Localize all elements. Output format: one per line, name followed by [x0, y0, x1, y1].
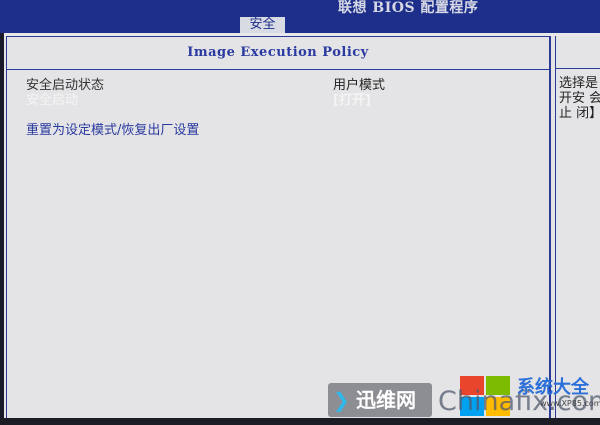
chevron-right-icon: ❯	[333, 388, 350, 412]
main-panel: Image Execution Policy 安全启动状态 用户模式 安全启动 …	[6, 36, 551, 420]
panel-divider	[7, 69, 549, 70]
watermark-left-text: 迅维网	[356, 388, 416, 412]
help-text: 选择是 打开安 会阻止 闭】关	[559, 76, 600, 121]
secure-boot-state-value: 用户模式	[333, 78, 386, 93]
secure-boot-option[interactable]: 安全启动	[26, 93, 78, 109]
tab-security[interactable]: 安全	[240, 17, 285, 33]
screen-bezel-left	[0, 33, 4, 425]
watermark-brand: 系统大全	[517, 377, 589, 398]
secure-boot-state-label: 安全启动状态	[26, 78, 105, 93]
bios-header-bar	[0, 0, 600, 33]
help-divider	[556, 68, 600, 69]
bios-title: 联想 BIOS 配置程序	[338, 0, 479, 16]
screen-bezel-bottom	[0, 418, 600, 425]
reset-to-setup-mode-option[interactable]: 重置为设定模式/恢复出厂设置	[26, 123, 199, 139]
secure-boot-value[interactable]: [打开]	[333, 93, 371, 109]
bios-screen: 联想 BIOS 配置程序 安全 Image Execution Policy 安…	[0, 0, 600, 425]
help-panel: 选择是 打开安 会阻止 闭】关	[555, 36, 600, 420]
watermark-url: www.XP85.com	[540, 399, 600, 408]
panel-title: Image Execution Policy	[187, 45, 369, 60]
